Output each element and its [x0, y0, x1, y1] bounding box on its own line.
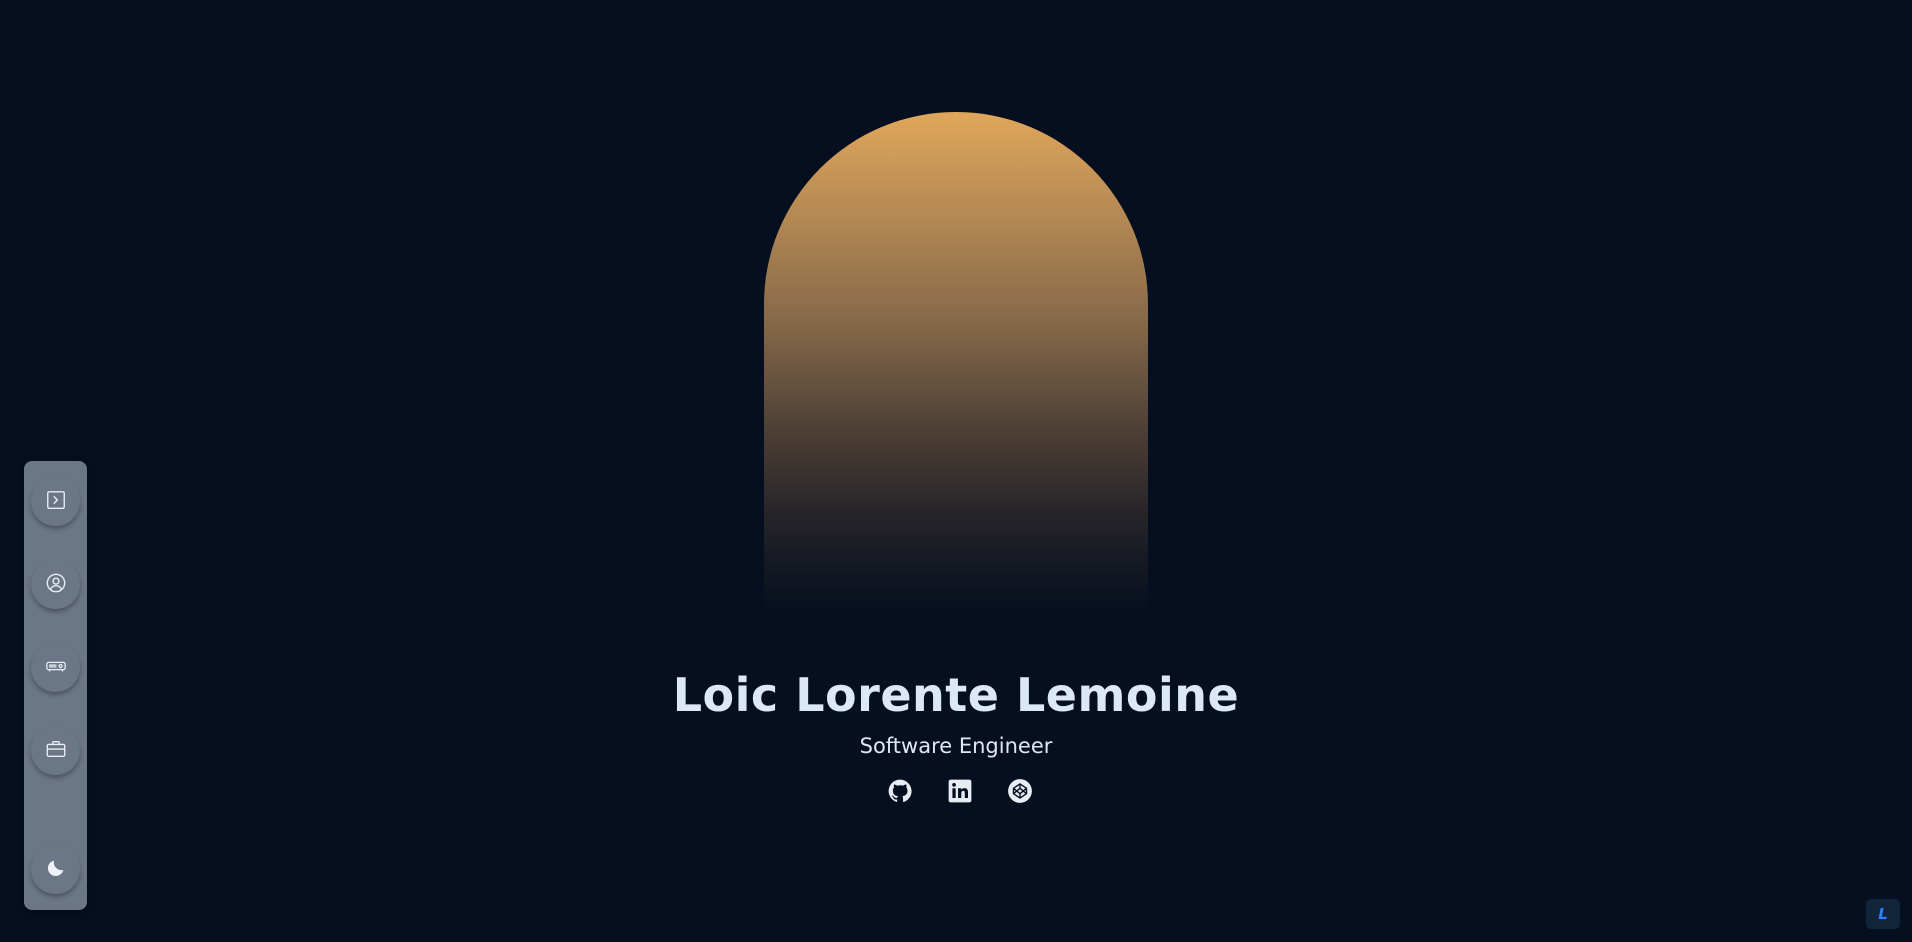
user-circle-icon — [45, 572, 67, 598]
page: Loic Lorente Lemoine Software Engineer L — [0, 0, 1912, 942]
theme-toggle-button[interactable] — [31, 845, 80, 894]
hero-subtitle: Software Engineer — [859, 734, 1053, 758]
linkedin-icon — [947, 778, 973, 808]
sidebar-item-terminal[interactable] — [31, 477, 80, 526]
terminal-icon — [45, 489, 67, 515]
codepen-link[interactable] — [1006, 779, 1034, 807]
github-icon — [887, 778, 913, 808]
corner-logo-badge[interactable]: L — [1866, 899, 1900, 929]
sidebar-item-about[interactable] — [31, 560, 80, 609]
codepen-icon — [1007, 778, 1033, 808]
hero-arch-image — [764, 112, 1148, 612]
social-links — [0, 779, 1912, 807]
hero-name: Loic Lorente Lemoine — [672, 668, 1240, 722]
moon-icon — [45, 857, 67, 883]
linkedin-link[interactable] — [946, 779, 974, 807]
github-link[interactable] — [886, 779, 914, 807]
